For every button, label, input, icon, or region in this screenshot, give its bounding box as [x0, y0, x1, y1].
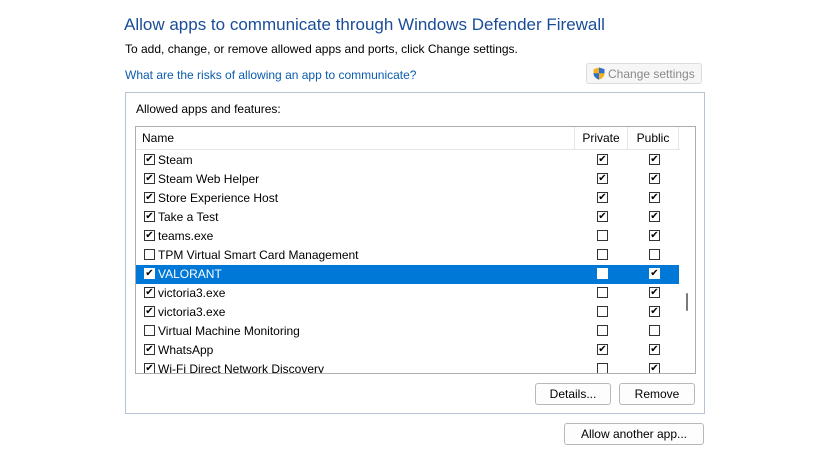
public-checkbox[interactable]: ✔	[649, 154, 660, 165]
table-row[interactable]: ✔ teams.exe ✔	[136, 227, 679, 246]
column-header-private[interactable]: Private	[574, 127, 627, 149]
column-header-name[interactable]: Name	[142, 127, 174, 149]
public-checkbox[interactable]	[649, 325, 660, 336]
enabled-checkbox[interactable]: ✔	[144, 344, 155, 355]
public-checkbox[interactable]: ✔	[649, 173, 660, 184]
private-checkbox[interactable]	[597, 325, 608, 336]
list-header: Name Private Public	[136, 127, 695, 150]
enabled-checkbox[interactable]: ✔	[144, 173, 155, 184]
enabled-checkbox[interactable]: ✔	[144, 154, 155, 165]
private-checkbox[interactable]: ✔	[597, 344, 608, 355]
table-row[interactable]: ✔ victoria3.exe ✔	[136, 284, 679, 303]
table-row[interactable]: ✔ Steam Web Helper ✔ ✔	[136, 170, 679, 189]
table-row[interactable]: ✔ WhatsApp ✔ ✔	[136, 341, 679, 360]
app-name: teams.exe	[158, 229, 214, 243]
app-name: Steam Web Helper	[158, 172, 260, 186]
public-checkbox[interactable]: ✔	[649, 211, 660, 222]
table-row[interactable]: Virtual Machine Monitoring	[136, 322, 679, 341]
private-checkbox[interactable]	[597, 249, 608, 260]
enabled-checkbox[interactable]: ✔	[144, 230, 155, 241]
column-header-public[interactable]: Public	[627, 127, 679, 149]
private-checkbox[interactable]	[597, 306, 608, 317]
allow-another-app-button[interactable]: Allow another app...	[564, 423, 704, 445]
change-settings-label: Change settings	[608, 66, 695, 81]
enabled-checkbox[interactable]: ✔	[144, 211, 155, 222]
private-checkbox[interactable]: ✔	[597, 154, 608, 165]
details-button[interactable]: Details...	[535, 383, 611, 405]
app-name: Virtual Machine Monitoring	[158, 324, 300, 338]
public-checkbox[interactable]: ✔	[649, 192, 660, 203]
private-checkbox[interactable]	[597, 230, 608, 241]
private-checkbox[interactable]	[597, 287, 608, 298]
private-checkbox[interactable]	[597, 268, 608, 279]
table-row[interactable]: ✔ Steam ✔ ✔	[136, 151, 679, 170]
public-checkbox[interactable]: ✔	[649, 230, 660, 241]
private-checkbox[interactable]: ✔	[597, 173, 608, 184]
allowed-apps-group: Allowed apps and features: Name Private …	[125, 92, 705, 414]
table-row[interactable]: ✔ Store Experience Host ✔ ✔	[136, 189, 679, 208]
public-checkbox[interactable]: ✔	[649, 268, 660, 279]
scrollbar-thumb[interactable]	[686, 293, 688, 311]
app-name: WhatsApp	[158, 343, 214, 357]
remove-button[interactable]: Remove	[619, 383, 695, 405]
table-row[interactable]: TPM Virtual Smart Card Management	[136, 246, 679, 265]
public-checkbox[interactable]: ✔	[649, 306, 660, 317]
public-checkbox[interactable]: ✔	[649, 344, 660, 355]
enabled-checkbox[interactable]: ✔	[144, 192, 155, 203]
table-row[interactable]: ✔ Wi-Fi Direct Network Discovery ✔	[136, 360, 679, 374]
page-title: Allow apps to communicate through Window…	[124, 15, 605, 34]
enabled-checkbox[interactable]: ✔	[144, 306, 155, 317]
enabled-checkbox[interactable]: ✔	[144, 363, 155, 373]
public-checkbox[interactable]: ✔	[649, 287, 660, 298]
risks-link[interactable]: What are the risks of allowing an app to…	[125, 68, 416, 82]
change-settings-button[interactable]: Change settings	[586, 63, 702, 84]
allowed-apps-label: Allowed apps and features:	[136, 102, 281, 116]
private-checkbox[interactable]: ✔	[597, 211, 608, 222]
app-name: Take a Test	[158, 210, 219, 224]
public-checkbox[interactable]: ✔	[649, 363, 660, 373]
list-scrollbar[interactable]	[680, 149, 695, 373]
uac-shield-icon	[593, 67, 605, 80]
app-name: victoria3.exe	[158, 305, 226, 319]
enabled-checkbox[interactable]	[144, 325, 155, 336]
table-row[interactable]: ✔ victoria3.exe ✔	[136, 303, 679, 322]
enabled-checkbox[interactable]	[144, 249, 155, 260]
public-checkbox[interactable]	[649, 249, 660, 260]
app-name: victoria3.exe	[158, 286, 226, 300]
app-name: TPM Virtual Smart Card Management	[158, 248, 359, 262]
private-checkbox[interactable]	[597, 363, 608, 373]
enabled-checkbox[interactable]: ✔	[144, 268, 155, 279]
enabled-checkbox[interactable]: ✔	[144, 287, 155, 298]
allowed-apps-list[interactable]: Name Private Public ✔ Steam ✔ ✔ ✔ Steam Web H…	[135, 126, 696, 374]
app-name: Store Experience Host	[158, 191, 279, 205]
private-checkbox[interactable]: ✔	[597, 192, 608, 203]
table-row[interactable]: ✔ VALORANT ✔	[136, 265, 679, 284]
table-row[interactable]: ✔ Take a Test ✔ ✔	[136, 208, 679, 227]
app-name: VALORANT	[158, 267, 222, 281]
app-name: Steam	[158, 153, 193, 167]
app-name: Wi-Fi Direct Network Discovery	[158, 362, 325, 374]
page-subtitle: To add, change, or remove allowed apps a…	[125, 42, 518, 56]
